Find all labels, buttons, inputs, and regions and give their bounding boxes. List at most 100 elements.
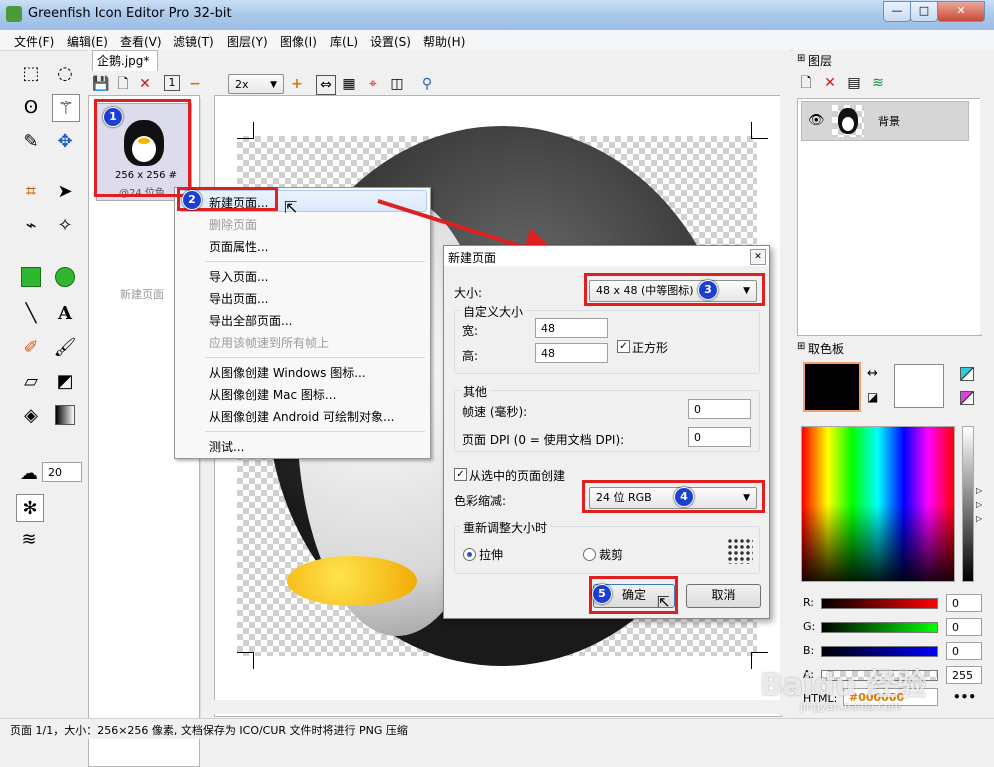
line-icon[interactable]: ╲ bbox=[18, 300, 44, 326]
delete-icon[interactable]: ✕ bbox=[136, 75, 154, 93]
fit-width-icon[interactable]: ⇔ bbox=[316, 75, 336, 95]
new-page-icon[interactable]: 🗋 bbox=[114, 75, 132, 93]
square-checkbox[interactable]: ✓ bbox=[617, 340, 630, 353]
layer-properties-icon[interactable]: ▤ bbox=[845, 74, 863, 92]
pen-icon[interactable]: ✐ bbox=[18, 334, 44, 360]
new-layer-icon[interactable]: 🗋 bbox=[797, 74, 815, 92]
dpi-input[interactable]: 0 bbox=[688, 427, 751, 447]
eyedropper-icon[interactable]: ⌁ bbox=[18, 212, 44, 238]
magic-wand-icon[interactable]: ⚚ bbox=[52, 94, 80, 122]
menu-edit[interactable]: 编辑(E) bbox=[67, 33, 108, 50]
canvas-hscroll[interactable] bbox=[214, 700, 780, 714]
cancel-button[interactable]: 取消 bbox=[686, 584, 761, 608]
zoom-out-icon[interactable]: − bbox=[186, 75, 204, 93]
step-badge-3: 3 bbox=[698, 280, 718, 300]
more-options-button[interactable]: ••• bbox=[953, 690, 976, 704]
layer-scrollbar[interactable] bbox=[980, 98, 990, 334]
eraser-icon[interactable]: ▱ bbox=[18, 368, 44, 394]
red-input[interactable]: 0 bbox=[946, 594, 982, 612]
gradient-icon[interactable] bbox=[52, 402, 78, 428]
width-input[interactable]: 48 bbox=[535, 318, 608, 338]
green-input[interactable]: 0 bbox=[946, 618, 982, 636]
transparent-color-icon[interactable] bbox=[960, 367, 974, 381]
ellipse-tool-icon[interactable] bbox=[52, 264, 78, 290]
eye-icon[interactable]: 👁 bbox=[808, 113, 825, 128]
crop-icon[interactable]: ⌗ bbox=[18, 178, 44, 204]
layers-stack-icon[interactable]: ≋ bbox=[16, 526, 42, 552]
b-label: B: bbox=[803, 644, 815, 657]
layer-row[interactable]: 👁 背景 bbox=[801, 101, 969, 141]
brightness-slider[interactable] bbox=[962, 426, 974, 582]
menu-bar: 文件(F) 编辑(E) 查看(V) 滤镜(T) 图层(Y) 图像(I) 库(L)… bbox=[0, 30, 994, 51]
menu-item-import-page[interactable]: 导入页面... bbox=[209, 268, 268, 285]
secondary-color-swatch[interactable] bbox=[894, 364, 944, 408]
paintbrush-icon[interactable]: 🖌 bbox=[52, 334, 78, 360]
document-tab[interactable]: 企鹅.jpg* bbox=[92, 50, 158, 71]
rect-select-icon[interactable]: ⬚ bbox=[18, 60, 44, 86]
zoom-in-icon[interactable]: + bbox=[288, 75, 306, 93]
menu-item-test[interactable]: 测试... bbox=[209, 438, 244, 455]
grid-icon[interactable]: ▦ bbox=[340, 75, 358, 93]
rectangle-tool-icon[interactable] bbox=[18, 264, 44, 290]
height-input[interactable]: 48 bbox=[535, 343, 608, 363]
menu-layer[interactable]: 图层(Y) bbox=[227, 33, 268, 50]
move-icon[interactable]: ✥ bbox=[52, 128, 78, 154]
blue-input[interactable]: 0 bbox=[946, 642, 982, 660]
red-slider[interactable] bbox=[821, 598, 938, 609]
menu-file[interactable]: 文件(F) bbox=[14, 33, 54, 50]
swap-colors-icon[interactable]: ◩ bbox=[52, 368, 78, 394]
blue-slider[interactable] bbox=[821, 646, 938, 657]
color-spectrum[interactable] bbox=[801, 426, 955, 582]
snowflake-icon[interactable]: ✻ bbox=[16, 494, 44, 522]
save-icon[interactable]: 💾 bbox=[92, 75, 110, 93]
primary-color-swatch[interactable] bbox=[803, 362, 861, 412]
brush-size-input[interactable]: 20 bbox=[42, 462, 82, 482]
menu-filter[interactable]: 滤镜(T) bbox=[173, 33, 214, 50]
reset-colors-icon[interactable]: ◪ bbox=[867, 390, 878, 404]
canvas-vscroll[interactable] bbox=[780, 95, 790, 715]
close-button[interactable]: ✕ bbox=[937, 1, 985, 22]
step-badge-5: 5 bbox=[592, 584, 612, 604]
pencil-icon[interactable]: ✎ bbox=[18, 128, 44, 154]
inverted-color-icon[interactable] bbox=[960, 391, 974, 405]
actual-size-button[interactable]: 1 bbox=[164, 75, 180, 91]
crop-radio[interactable] bbox=[583, 548, 596, 561]
menu-library[interactable]: 库(L) bbox=[330, 33, 358, 50]
menu-item-windows-icon[interactable]: 从图像创建 Windows 图标... bbox=[209, 364, 366, 381]
magnifier-icon[interactable]: ⚲ bbox=[418, 75, 436, 93]
stretch-radio[interactable] bbox=[463, 548, 476, 561]
framerate-input[interactable]: 0 bbox=[688, 399, 751, 419]
menu-item-export-page[interactable]: 导出页面... bbox=[209, 290, 268, 307]
expand-icon[interactable]: ⊞ bbox=[797, 53, 805, 64]
menu-item-android-drawable[interactable]: 从图像创建 Android 可绘制对象... bbox=[209, 408, 394, 425]
menu-view[interactable]: 查看(V) bbox=[120, 33, 162, 50]
menu-help[interactable]: 帮助(H) bbox=[423, 33, 465, 50]
minimize-button[interactable]: — bbox=[883, 1, 911, 22]
anchor-grid-icon[interactable] bbox=[727, 538, 753, 564]
from-selected-checkbox[interactable]: ✓ bbox=[454, 468, 467, 481]
text-tool-icon[interactable]: A bbox=[52, 300, 78, 326]
menu-item-mac-icon[interactable]: 从图像创建 Mac 图标... bbox=[209, 386, 336, 403]
swap-arrow-icon[interactable]: ↔ bbox=[867, 366, 878, 381]
lasso-icon[interactable]: ʘ bbox=[18, 94, 44, 120]
maximize-button[interactable]: □ bbox=[910, 1, 938, 22]
menu-item-page-properties[interactable]: 页面属性... bbox=[209, 238, 268, 255]
frame-icon[interactable]: ◫ bbox=[388, 75, 406, 93]
fill-bucket-icon[interactable]: ◈ bbox=[18, 402, 44, 428]
layer-thumbnail bbox=[832, 105, 864, 137]
canvas-corner-tr bbox=[751, 122, 768, 139]
menu-settings[interactable]: 设置(S) bbox=[370, 33, 411, 50]
alpha-input[interactable]: 255 bbox=[946, 666, 982, 684]
ellipse-select-icon[interactable]: ◌ bbox=[52, 60, 78, 86]
pointer-icon[interactable]: ➤ bbox=[52, 178, 78, 204]
merge-layers-icon[interactable]: ≋ bbox=[869, 74, 887, 92]
dialog-close-button[interactable]: ✕ bbox=[750, 249, 766, 265]
sparkle-icon[interactable]: ✧ bbox=[52, 212, 78, 238]
expand-icon[interactable]: ⊞ bbox=[797, 341, 805, 352]
crosshair-grid-icon[interactable]: ⌖ bbox=[364, 75, 382, 93]
delete-layer-icon[interactable]: ✕ bbox=[821, 74, 839, 92]
menu-image[interactable]: 图像(I) bbox=[280, 33, 317, 50]
green-slider[interactable] bbox=[821, 622, 938, 633]
menu-item-export-all[interactable]: 导出全部页面... bbox=[209, 312, 292, 329]
zoom-select[interactable]: 2x ▼ bbox=[228, 74, 284, 94]
